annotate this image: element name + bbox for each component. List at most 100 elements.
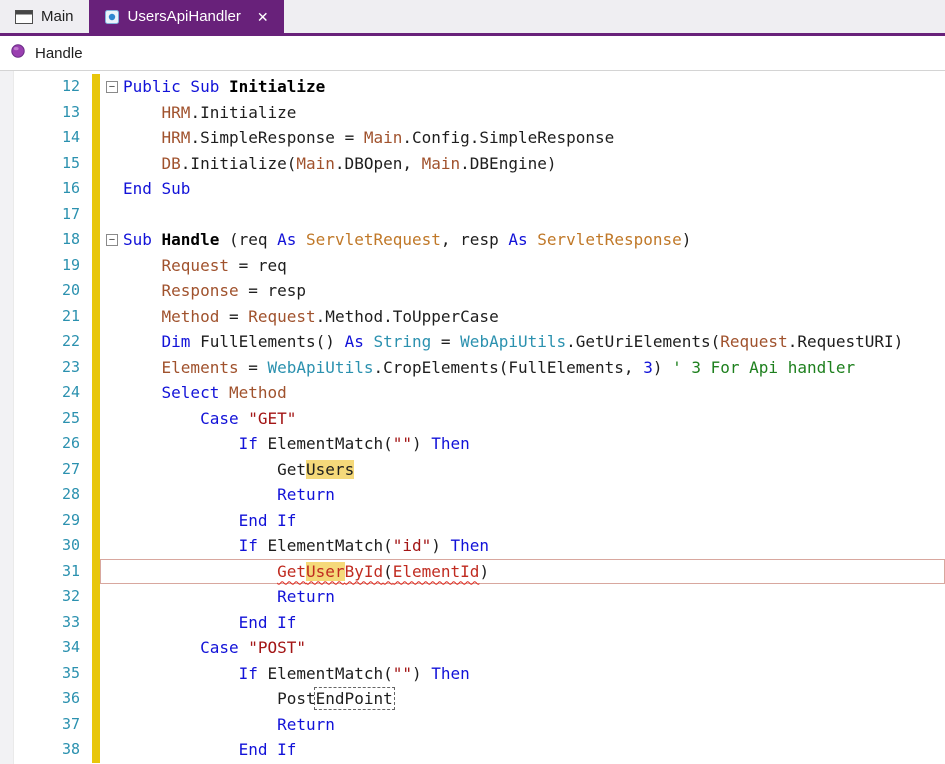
code-text[interactable]: GetUsers — [123, 458, 355, 482]
line-number[interactable]: 27 — [14, 457, 92, 483]
code-text[interactable]: Dim FullElements() As String = WebApiUti… — [123, 330, 904, 354]
line-box: Return — [100, 584, 945, 610]
line-number[interactable]: 20 — [14, 278, 92, 304]
fold-margin — [101, 713, 123, 737]
code-line[interactable]: 14 HRM.SimpleResponse = Main.Config.Simp… — [0, 125, 945, 151]
code-line[interactable]: 21 Method = Request.Method.ToUpperCase — [0, 303, 945, 330]
line-number[interactable]: 14 — [14, 125, 92, 151]
line-number[interactable]: 35 — [14, 661, 92, 687]
change-bar — [92, 150, 100, 176]
code-line[interactable]: 28 Return — [0, 482, 945, 508]
code-line[interactable]: 16 End Sub — [0, 176, 945, 202]
code-text[interactable]: End Sub — [123, 177, 190, 201]
code-line[interactable]: 25 Case "GET" — [0, 405, 945, 432]
line-number[interactable]: 29 — [14, 508, 92, 534]
code-line[interactable]: 33 End If — [0, 609, 945, 636]
line-number[interactable]: 36 — [14, 686, 92, 712]
line-number[interactable]: 18 — [14, 227, 92, 253]
code-token: Elements — [161, 357, 239, 377]
code-text[interactable]: DB.Initialize(Main.DBOpen, Main.DBEngine… — [123, 152, 557, 176]
line-number[interactable]: 34 — [14, 635, 92, 661]
code-editor[interactable]: 12− Public Sub Initialize 13 HRM.Initializ… — [0, 71, 945, 764]
close-icon[interactable]: ✕ — [257, 10, 269, 24]
line-number[interactable]: 12 — [14, 74, 92, 100]
code-text[interactable]: End If — [123, 509, 297, 533]
code-text[interactable]: Elements = WebApiUtils.CropElements(Full… — [123, 356, 856, 380]
tab-main[interactable]: Main — [0, 0, 89, 33]
code-line[interactable]: 31 GetUserById(ElementId) — [0, 558, 945, 585]
line-number[interactable]: 25 — [14, 406, 92, 432]
code-line[interactable]: 19 Request = req — [0, 252, 945, 279]
code-text[interactable]: If ElementMatch("") Then — [123, 432, 470, 456]
code-text[interactable]: Return — [123, 713, 335, 737]
code-line[interactable]: 34 Case "POST" — [0, 635, 945, 661]
code-line[interactable]: 22 Dim FullElements() As String = WebApi… — [0, 329, 945, 355]
code-text[interactable]: Case "GET" — [123, 407, 296, 431]
code-line[interactable]: 32 Return — [0, 584, 945, 610]
code-text[interactable]: End If — [123, 738, 297, 762]
code-text[interactable]: Method = Request.Method.ToUpperCase — [123, 305, 499, 329]
line-number[interactable]: 17 — [14, 202, 92, 228]
line-number[interactable]: 16 — [14, 176, 92, 202]
line-number[interactable]: 13 — [14, 100, 92, 126]
code-token: "" — [392, 434, 412, 453]
sub-navigation-bar[interactable]: Handle — [0, 36, 945, 71]
line-number[interactable]: 32 — [14, 584, 92, 610]
code-text[interactable]: If ElementMatch("id") Then — [123, 534, 489, 558]
code-text[interactable]: Response = resp — [123, 279, 307, 303]
line-number[interactable]: 22 — [14, 329, 92, 355]
code-line[interactable]: 17 — [0, 201, 945, 228]
line-number[interactable]: 28 — [14, 482, 92, 508]
fold-margin: − — [101, 228, 123, 252]
code-text[interactable]: Select Method — [123, 381, 287, 405]
code-line[interactable]: 26 If ElementMatch("") Then — [0, 431, 945, 457]
code-line[interactable]: 30 If ElementMatch("id") Then — [0, 533, 945, 559]
code-text[interactable]: HRM.Initialize — [123, 101, 297, 125]
code-line[interactable]: 18 − Sub Handle (req As ServletRequest, re… — [0, 227, 945, 253]
fold-collapse-icon[interactable]: − — [106, 81, 118, 93]
tab-usersapihandler[interactable]: UsersApiHandler ✕ — [88, 0, 284, 33]
code-text[interactable]: HRM.SimpleResponse = Main.Config.SimpleR… — [123, 126, 615, 150]
change-bar — [92, 329, 100, 355]
line-number[interactable]: 23 — [14, 355, 92, 381]
line-number[interactable]: 31 — [14, 559, 92, 585]
line-number[interactable]: 30 — [14, 533, 92, 559]
code-line[interactable]: 38 End If — [0, 737, 945, 763]
code-line[interactable]: 29 End If — [0, 507, 945, 534]
code-line[interactable]: 35 If ElementMatch("") Then — [0, 660, 945, 687]
code-text[interactable]: Return — [123, 585, 335, 609]
code-text[interactable]: If ElementMatch("") Then — [123, 662, 470, 686]
fold-collapse-icon[interactable]: − — [106, 234, 118, 246]
code-text[interactable]: Public Sub Initialize — [123, 75, 325, 99]
line-number[interactable]: 19 — [14, 253, 92, 279]
breakpoint-margin[interactable] — [0, 71, 14, 764]
line-number[interactable]: 33 — [14, 610, 92, 636]
code-text[interactable]: Return — [123, 483, 335, 507]
code-line[interactable]: 15 DB.Initialize(Main.DBOpen, Main.DBEng… — [0, 150, 945, 177]
line-box: PostEndPoint — [100, 686, 945, 712]
code-text[interactable]: Request = req — [123, 254, 287, 278]
code-text[interactable]: PostEndPoint — [123, 687, 395, 711]
code-text[interactable]: End If — [123, 611, 297, 635]
code-text[interactable]: Sub Handle (req As ServletRequest, resp … — [123, 228, 691, 252]
code-line[interactable]: 23 Elements = WebApiUtils.CropElements(F… — [0, 354, 945, 381]
code-line[interactable]: 27 GetUsers — [0, 456, 945, 483]
line-number[interactable]: 24 — [14, 380, 92, 406]
line-number[interactable]: 38 — [14, 737, 92, 763]
code-line[interactable]: 13 HRM.Initialize — [0, 99, 945, 126]
line-number[interactable]: 21 — [14, 304, 92, 330]
code-line[interactable]: 12 − Public Sub Initialize — [0, 74, 945, 100]
code-line[interactable]: 36 PostEndPoint — [0, 686, 945, 712]
code-text[interactable]: GetUserById(ElementId) — [123, 560, 489, 584]
line-number[interactable]: 26 — [14, 431, 92, 457]
code-token: = — [431, 332, 461, 351]
code-line[interactable]: 20 Response = resp — [0, 278, 945, 304]
line-number[interactable]: 15 — [14, 151, 92, 177]
code-line[interactable]: 24 Select Method — [0, 380, 945, 406]
code-token: Return — [277, 485, 335, 504]
line-number[interactable]: 37 — [14, 712, 92, 738]
code-text[interactable]: Case "POST" — [123, 636, 306, 660]
code-line[interactable]: 37 Return — [0, 711, 945, 738]
fold-margin — [101, 203, 123, 227]
